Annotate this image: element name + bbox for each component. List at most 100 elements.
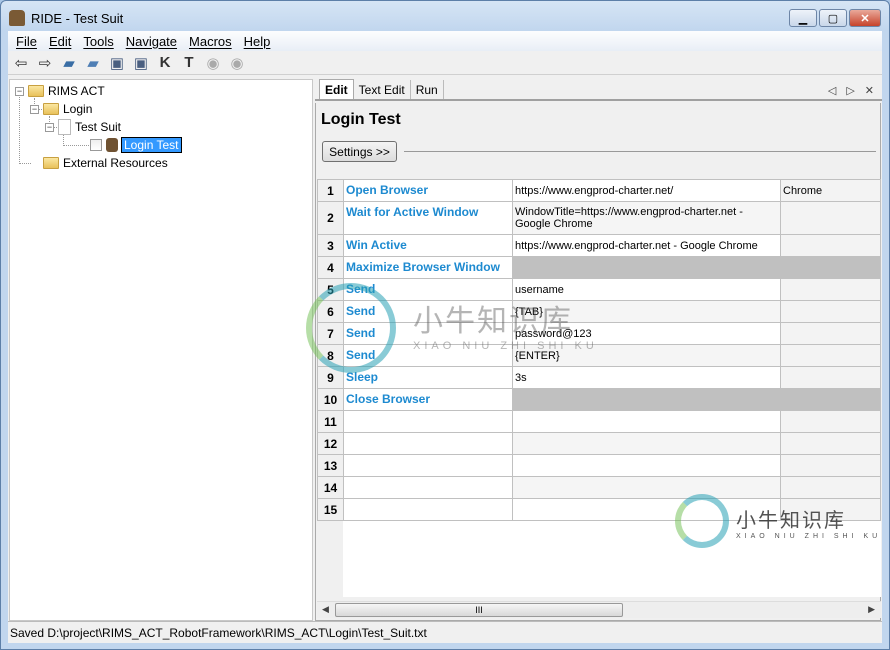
argument-cell[interactable]: https://www.engprod-charter.net - Google… <box>512 234 781 257</box>
argument-cell[interactable] <box>780 410 881 433</box>
back-icon[interactable]: ⇦ <box>12 54 30 72</box>
argument-cell[interactable] <box>512 498 781 521</box>
robot-icon <box>106 138 118 152</box>
argument-cell[interactable] <box>780 278 881 301</box>
tree-label: Login <box>63 102 93 116</box>
argument-cell[interactable] <box>780 498 881 521</box>
step-row: 4 Maximize Browser Window <box>317 256 881 279</box>
save-all-icon[interactable]: ▣ <box>132 54 150 72</box>
row-number[interactable]: 12 <box>317 432 344 455</box>
row-number[interactable]: 1 <box>317 179 344 202</box>
collapse-icon[interactable]: − <box>45 122 54 132</box>
stop-icon[interactable]: ◉ <box>228 54 246 72</box>
search-tests-icon[interactable]: T <box>180 54 198 72</box>
argument-cell[interactable] <box>780 322 881 345</box>
argument-cell[interactable] <box>512 432 781 455</box>
keyword-cell[interactable] <box>343 432 513 455</box>
tree-node-rims-act[interactable]: − RIMS ACT <box>15 82 105 100</box>
close-button[interactable]: ✕ <box>849 9 881 27</box>
argument-cell[interactable] <box>512 410 781 433</box>
open-test-suite-icon[interactable]: ▰ <box>60 54 78 72</box>
step-row: 6 Send {TAB} <box>317 300 881 323</box>
settings-button[interactable]: Settings >> <box>322 141 397 162</box>
argument-cell[interactable]: https://www.engprod-charter.net/ <box>512 179 781 202</box>
keyword-cell[interactable]: Maximize Browser Window <box>343 256 513 279</box>
argument-cell[interactable]: 3s <box>512 366 781 389</box>
argument-cell[interactable]: Chrome <box>780 179 881 202</box>
row-number[interactable]: 13 <box>317 454 344 477</box>
step-row: 3 Win Active https://www.engprod-charter.n… <box>317 234 881 257</box>
keyword-cell[interactable] <box>343 410 513 433</box>
argument-cell[interactable] <box>780 476 881 499</box>
save-icon[interactable]: ▣ <box>108 54 126 72</box>
keyword-cell[interactable]: Win Active <box>343 234 513 257</box>
row-number[interactable]: 3 <box>317 234 344 257</box>
argument-cell[interactable] <box>780 344 881 367</box>
disabled-cell[interactable] <box>512 256 881 279</box>
status-bar: Saved D:\project\RIMS_ACT_RobotFramework… <box>8 621 882 643</box>
argument-cell[interactable] <box>780 201 881 235</box>
watermark-logo <box>675 494 729 548</box>
argument-cell[interactable]: WindowTitle=https://www.engprod-charter.… <box>512 201 781 235</box>
minimize-button[interactable]: ▁ <box>789 9 817 27</box>
maximize-button[interactable]: ▢ <box>819 9 847 27</box>
collapse-icon[interactable]: − <box>15 86 24 96</box>
row-number[interactable]: 10 <box>317 388 344 411</box>
tree-node-login-test[interactable]: Login Test <box>90 136 182 154</box>
argument-cell[interactable]: username <box>512 278 781 301</box>
forward-icon[interactable]: ⇨ <box>36 54 54 72</box>
keyword-cell[interactable] <box>343 498 513 521</box>
row-number[interactable]: 2 <box>317 201 344 235</box>
horizontal-scrollbar[interactable]: ◀ III ▶ <box>317 601 881 618</box>
keyword-cell[interactable]: Open Browser <box>343 179 513 202</box>
argument-cell[interactable]: {TAB} <box>512 300 781 323</box>
menu-navigate[interactable]: Navigate <box>120 34 183 49</box>
keyword-cell[interactable]: Sleep <box>343 366 513 389</box>
tab-run[interactable]: Run <box>411 80 444 99</box>
scroll-left-icon[interactable]: ◀ <box>322 604 329 615</box>
tab-text-edit[interactable]: Text Edit <box>354 80 411 99</box>
test-checkbox[interactable] <box>90 139 102 151</box>
argument-cell[interactable]: password@123 <box>512 322 781 345</box>
keyword-cell[interactable] <box>343 454 513 477</box>
menu-tools[interactable]: Tools <box>77 34 119 49</box>
tree-node-login[interactable]: − Login <box>30 100 92 118</box>
argument-cell[interactable] <box>780 454 881 477</box>
tab-next-icon[interactable]: ▷ <box>846 84 854 97</box>
argument-cell[interactable] <box>780 234 881 257</box>
collapse-icon[interactable]: − <box>30 104 39 114</box>
argument-cell[interactable]: {ENTER} <box>512 344 781 367</box>
row-number[interactable]: 15 <box>317 498 344 521</box>
menu-help[interactable]: Help <box>238 34 277 49</box>
row-number[interactable]: 14 <box>317 476 344 499</box>
tab-prev-icon[interactable]: ◁ <box>828 84 836 97</box>
scrollbar-thumb[interactable]: III <box>335 603 623 617</box>
tab-close-icon[interactable]: ✕ <box>865 84 874 97</box>
keyword-cell[interactable] <box>343 476 513 499</box>
open-directory-icon[interactable]: ▰ <box>84 54 102 72</box>
argument-cell[interactable] <box>512 454 781 477</box>
argument-cell[interactable] <box>780 300 881 323</box>
project-tree: − RIMS ACT − Login − Test Suit Login Tes… <box>9 79 313 621</box>
disabled-cell[interactable] <box>512 388 881 411</box>
menu-macros[interactable]: Macros <box>183 34 238 49</box>
argument-cell[interactable] <box>512 476 781 499</box>
menu-file[interactable]: File <box>10 34 43 49</box>
step-row: 9 Sleep 3s <box>317 366 881 389</box>
scroll-right-icon[interactable]: ▶ <box>868 604 875 615</box>
tree-node-external-resources[interactable]: External Resources <box>43 154 168 172</box>
argument-cell[interactable] <box>780 432 881 455</box>
menu-edit[interactable]: Edit <box>43 34 77 49</box>
search-keywords-icon[interactable]: K <box>156 54 174 72</box>
row-number[interactable]: 11 <box>317 410 344 433</box>
tab-edit[interactable]: Edit <box>319 79 354 99</box>
argument-cell[interactable] <box>780 366 881 389</box>
run-icon[interactable]: ◉ <box>204 54 222 72</box>
row-number[interactable]: 4 <box>317 256 344 279</box>
step-row: 14 <box>317 476 881 499</box>
watermark-logo <box>306 283 396 373</box>
keyword-cell[interactable]: Close Browser <box>343 388 513 411</box>
step-row: 1 Open Browser https://www.engprod-charter… <box>317 179 881 202</box>
keyword-cell[interactable]: Wait for Active Window <box>343 201 513 235</box>
tree-node-test-suit[interactable]: − Test Suit <box>45 118 121 136</box>
